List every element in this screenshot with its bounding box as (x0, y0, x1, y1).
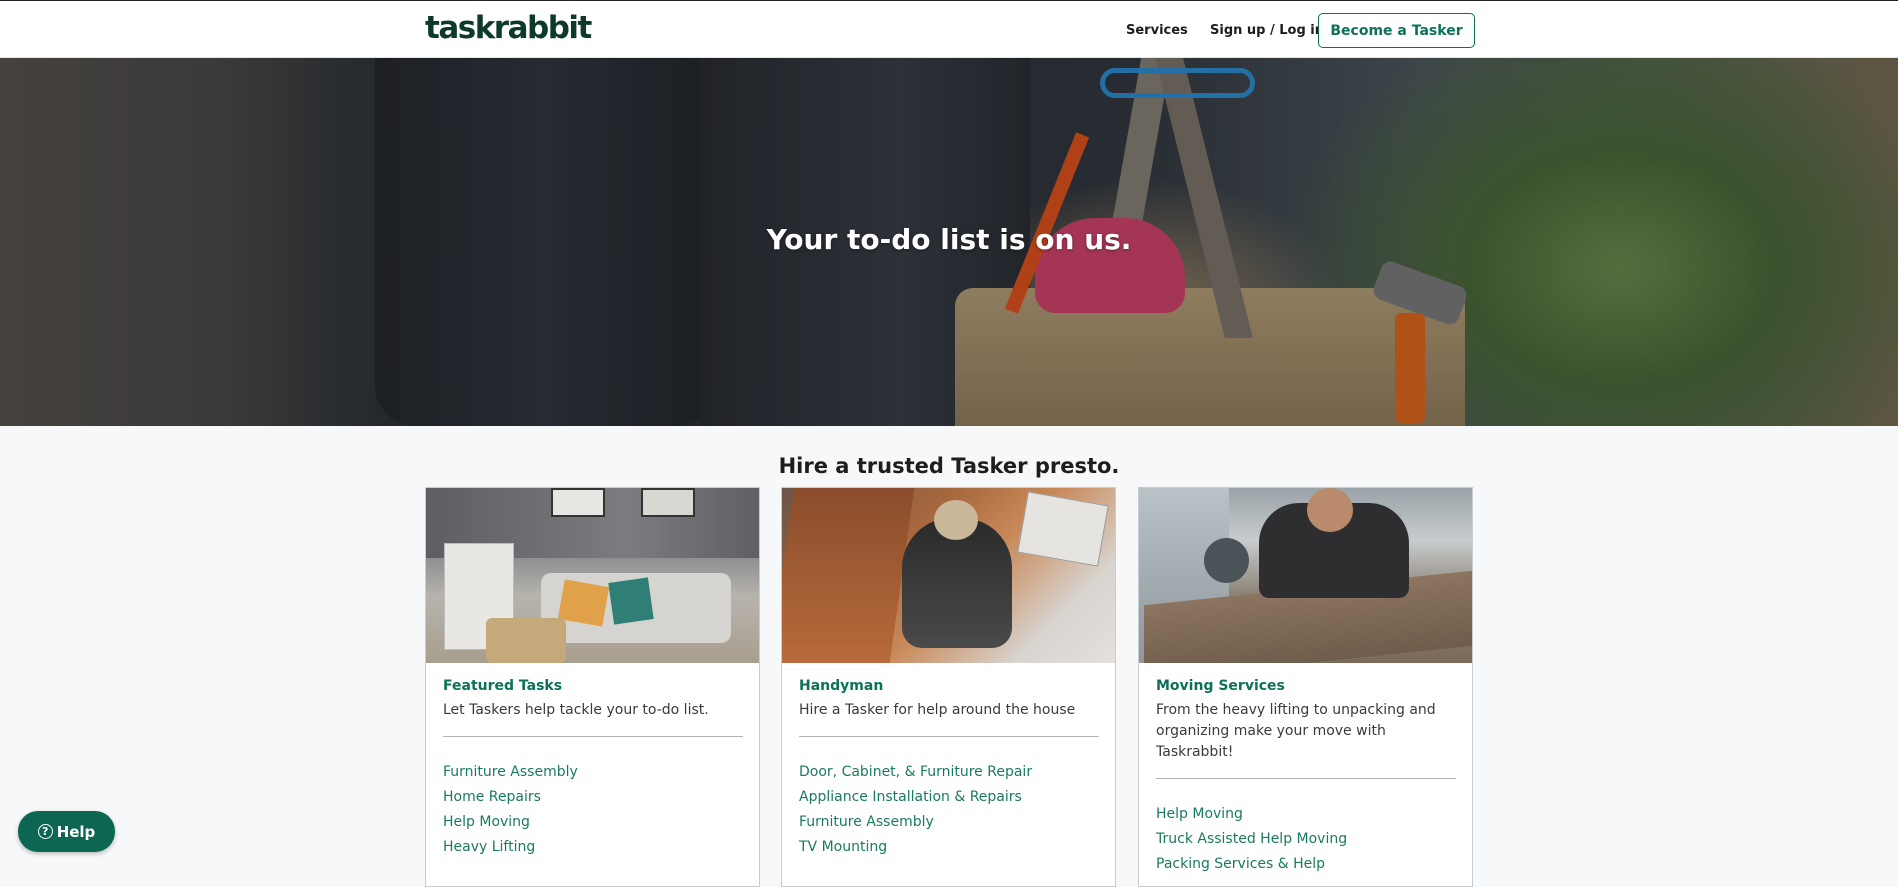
wicker-table-shape (486, 618, 566, 663)
moving-services-image (1139, 488, 1472, 663)
taskrabbit-logo[interactable]: taskrabbit (425, 10, 592, 46)
featured-tasks-image (426, 488, 759, 663)
hero-headline: Your to-do list is on us. (766, 223, 1132, 256)
card-description: From the heavy lifting to unpacking and … (1156, 702, 1436, 760)
link-truck-assisted-help-moving[interactable]: Truck Assisted Help Moving (1156, 827, 1456, 852)
signup-login-link[interactable]: Sign up / Log in (1210, 23, 1324, 38)
link-appliance-installation-repairs[interactable]: Appliance Installation & Repairs (799, 785, 1099, 810)
link-door-cabinet-furniture-repair[interactable]: Door, Cabinet, & Furniture Repair (799, 760, 1099, 785)
tape-gun-shape (1204, 538, 1249, 583)
card-title: Moving Services (1156, 678, 1285, 694)
cushion-orange-shape (557, 579, 610, 627)
featured-tasks-card[interactable]: Featured Tasks Let Taskers help tackle y… (425, 487, 760, 887)
link-heavy-lifting[interactable]: Heavy Lifting (443, 835, 743, 860)
moving-services-card[interactable]: Moving Services From the heavy lifting t… (1138, 487, 1473, 887)
help-label: Help (56, 822, 96, 841)
link-furniture-assembly[interactable]: Furniture Assembly (799, 810, 1099, 835)
wall-frame-left-shape (551, 488, 605, 517)
card-description: Let Taskers help tackle your to-do list. (443, 702, 709, 718)
worker-head-shape (934, 500, 978, 540)
section-heading: Hire a trusted Tasker presto. (778, 454, 1120, 478)
cabinet-door-shape (782, 488, 915, 663)
card-divider (799, 736, 1099, 737)
card-divider (443, 736, 743, 737)
handyman-card[interactable]: Handyman Hire a Tasker for help around t… (781, 487, 1116, 887)
wall-frame-right-shape (641, 488, 695, 517)
question-circle-icon: ? (37, 824, 53, 839)
card-title: Handyman (799, 678, 884, 694)
link-home-repairs[interactable]: Home Repairs (443, 785, 743, 810)
hero-banner: Your to-do list is on us. (0, 58, 1898, 426)
help-button[interactable]: ? Help (18, 811, 115, 852)
link-help-moving[interactable]: Help Moving (1156, 802, 1456, 827)
top-navigation-bar: taskrabbit Services Sign up / Log in Bec… (0, 0, 1898, 58)
link-packing-services-help[interactable]: Packing Services & Help (1156, 852, 1456, 877)
card-title: Featured Tasks (443, 678, 563, 694)
window-frame-shape (1017, 491, 1109, 567)
handyman-image (782, 488, 1115, 663)
services-link[interactable]: Services (1126, 23, 1188, 38)
mover-head-shape (1307, 488, 1353, 532)
link-help-moving[interactable]: Help Moving (443, 810, 743, 835)
cushion-teal-shape (608, 577, 654, 625)
link-furniture-assembly[interactable]: Furniture Assembly (443, 760, 743, 785)
link-tv-mounting[interactable]: TV Mounting (799, 835, 1099, 860)
card-divider (1156, 778, 1456, 779)
card-description: Hire a Tasker for help around the house (799, 702, 1076, 718)
become-tasker-button[interactable]: Become a Tasker (1318, 13, 1475, 48)
